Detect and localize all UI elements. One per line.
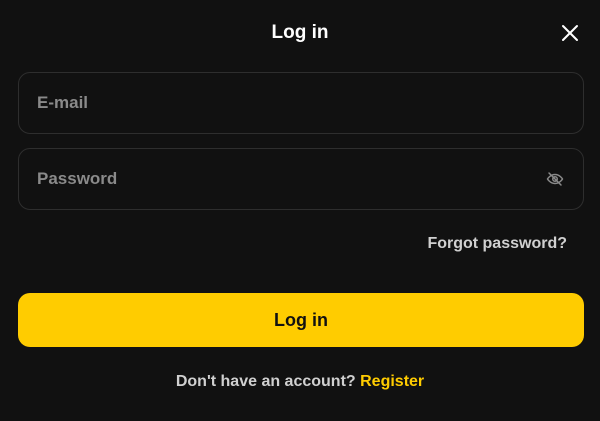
login-submit-button[interactable]: Log in (18, 293, 584, 347)
forgot-password-link[interactable]: Forgot password? (427, 233, 567, 255)
modal-title: Log in (271, 22, 329, 43)
register-prompt-text: Don't have an account? (175, 373, 356, 390)
password-input[interactable] (19, 149, 544, 209)
register-prompt: Don't have an account? Register (0, 371, 600, 393)
eye-off-icon (546, 172, 564, 186)
login-modal: Log in Forgot password? Log in Don't hav… (0, 0, 600, 421)
register-link[interactable]: Register (360, 373, 424, 390)
toggle-password-visibility-button[interactable] (544, 168, 566, 190)
close-icon (562, 25, 578, 41)
email-field-wrapper (18, 72, 584, 134)
close-button[interactable] (559, 22, 581, 44)
email-input[interactable] (19, 73, 583, 133)
password-field-wrapper (18, 148, 584, 210)
